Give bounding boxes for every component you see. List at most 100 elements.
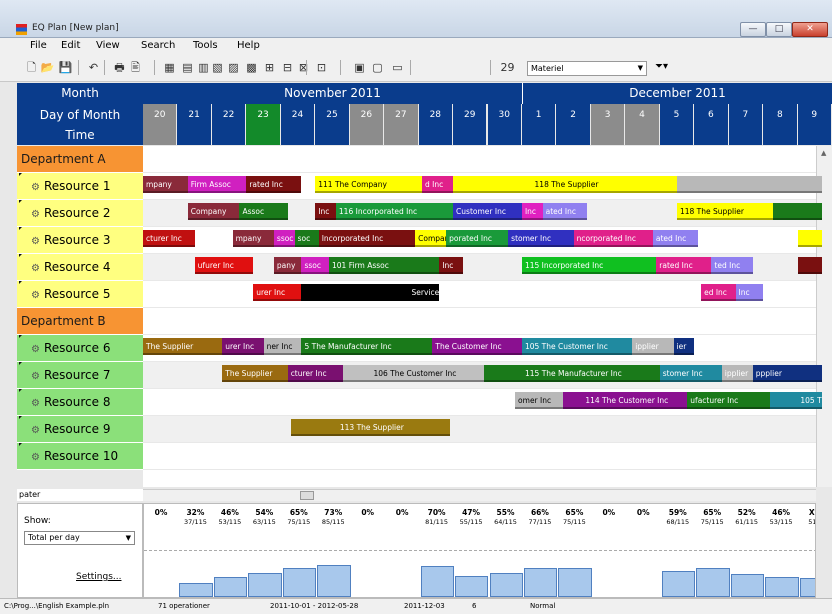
filter-funnel-icon[interactable]: ⏷▾ (655, 61, 677, 76)
resource-label[interactable]: ⚙ Resource 1 (17, 173, 143, 200)
filter-name-field[interactable]: pater (17, 489, 143, 501)
undo-icon[interactable]: ↶ (86, 60, 101, 75)
booking-bar[interactable]: Company (415, 230, 447, 247)
booking-bar[interactable]: ufurer Inc (194, 257, 254, 274)
booking-bar[interactable]: Incorporated Inc (318, 230, 416, 247)
print-icon[interactable]: 🖶 (112, 60, 127, 75)
booking-bar[interactable]: The Supplier (222, 365, 288, 382)
view5-icon[interactable]: ▨ (226, 60, 241, 75)
booking-bar[interactable]: Assoc (239, 203, 288, 220)
booking-bar[interactable]: urer Inc (253, 284, 302, 301)
booking-bar[interactable] (773, 203, 822, 220)
booking-bar[interactable]: ier (673, 338, 695, 355)
view6-icon[interactable]: ▩ (244, 60, 259, 75)
booking-bar[interactable]: 118 The Supplier (676, 203, 774, 220)
scroll-thumb[interactable] (300, 491, 314, 500)
filter-dropdown[interactable]: Materiel ▼ (527, 61, 647, 76)
booking-bar[interactable]: Customer Inc (453, 203, 522, 220)
booking-bar[interactable]: Firm Assoc (187, 176, 247, 193)
booking-bar[interactable]: cturer Inc (143, 230, 195, 247)
booking-bar[interactable]: 116 Incorporated Inc (335, 203, 454, 220)
menu-search[interactable]: Search (141, 40, 175, 51)
menu-help[interactable]: Help (237, 40, 260, 51)
booking-bar[interactable]: rated Inc (656, 257, 712, 274)
layout2-icon[interactable]: ▢ (370, 60, 385, 75)
booking-bar[interactable]: ipplier (632, 338, 674, 355)
booking-bar[interactable]: 105 T (769, 392, 822, 409)
resource-label[interactable]: ⚙ Resource 7 (17, 362, 143, 389)
booking-bar[interactable]: omer Inc (515, 392, 564, 409)
open-icon[interactable]: 📂 (40, 60, 55, 75)
menu-tools[interactable]: Tools (193, 40, 218, 51)
menu-view[interactable]: View (96, 40, 120, 51)
booking-bar[interactable]: urer Inc (222, 338, 264, 355)
booking-bar[interactable]: ssoc (301, 257, 330, 274)
preview-icon[interactable]: 🖹 (128, 60, 143, 75)
booking-bar[interactable]: 115 Incorporated Inc (521, 257, 657, 274)
department-label[interactable]: Department B (17, 308, 143, 335)
resource-label[interactable]: ⚙ Resource 5 (17, 281, 143, 308)
booking-bar[interactable]: Inc (735, 284, 764, 301)
booking-bar[interactable]: ner Inc (263, 338, 302, 355)
booking-bar[interactable]: rated Inc (246, 176, 302, 193)
booking-bar[interactable]: ppplier (752, 365, 822, 382)
resource-label[interactable]: ⚙ Resource 4 (17, 254, 143, 281)
booking-bar[interactable]: stomer Inc (659, 365, 722, 382)
booking-bar[interactable]: The Customer Inc (432, 338, 522, 355)
menu-file[interactable]: File (30, 40, 47, 51)
booking-bar[interactable]: soc (294, 230, 319, 247)
zoom4-icon[interactable]: ⊡ (314, 60, 329, 75)
resource-label[interactable]: ⚙ Resource 10 (17, 443, 143, 470)
booking-bar[interactable] (797, 230, 822, 247)
new-icon[interactable]: 🗋 (24, 60, 39, 75)
department-label[interactable]: Department A (17, 146, 143, 173)
booking-bar[interactable]: 111 The Company (315, 176, 423, 193)
booking-bar[interactable]: pany (273, 257, 302, 274)
calendar-icon[interactable]: 29 (500, 60, 515, 75)
booking-bar[interactable] (797, 257, 822, 274)
booking-bar[interactable]: Inc (439, 257, 464, 274)
show-dropdown[interactable]: Total per day ▼ (24, 531, 135, 545)
layout1-icon[interactable]: ▣ (352, 60, 367, 75)
booking-bar[interactable]: 118 The Supplier (453, 176, 677, 193)
vertical-scrollbar[interactable]: ▲ (816, 146, 832, 487)
booking-bar[interactable]: 114 The Customer Inc (563, 392, 688, 409)
booking-bar[interactable]: The Supplier (143, 338, 223, 355)
booking-bar[interactable]: 105 The Customer Inc (521, 338, 633, 355)
zoom2-icon[interactable]: ⊟ (280, 60, 295, 75)
minimize-button[interactable]: — (740, 22, 766, 37)
booking-bar[interactable]: ed Inc (701, 284, 736, 301)
resource-label[interactable]: ⚙ Resource 9 (17, 416, 143, 443)
resource-label[interactable]: ⚙ Resource 8 (17, 389, 143, 416)
resource-label[interactable]: ⚙ Resource 6 (17, 335, 143, 362)
booking-bar[interactable]: ated Inc (652, 230, 698, 247)
booking-bar[interactable]: ipplier (721, 365, 753, 382)
resource-label[interactable]: ⚙ Resource 3 (17, 227, 143, 254)
booking-bar[interactable]: mpany (232, 230, 274, 247)
booking-bar[interactable]: ssoc (273, 230, 295, 247)
booking-bar[interactable]: ufacturer Inc (687, 392, 770, 409)
booking-bar[interactable]: 106 The Customer Inc (342, 365, 485, 382)
booking-bar[interactable]: ncorporated Inc (573, 230, 653, 247)
booking-bar[interactable]: ated Inc (542, 203, 588, 220)
zoom1-icon[interactable]: ⊞ (262, 60, 277, 75)
layout3-icon[interactable]: ▭ (390, 60, 405, 75)
booking-bar[interactable]: Company (187, 203, 240, 220)
booking-bar[interactable]: 113 The Supplier (291, 419, 450, 436)
booking-bar[interactable]: ted Inc (711, 257, 753, 274)
menu-edit[interactable]: Edit (61, 40, 80, 51)
booking-bar[interactable]: 101 Firm Assoc (329, 257, 440, 274)
booking-bar[interactable]: 5 The Manufacturer Inc (301, 338, 433, 355)
maximize-button[interactable]: □ (766, 22, 792, 37)
booking-bar[interactable]: mpany (143, 176, 188, 193)
booking-bar[interactable]: d Inc (422, 176, 454, 193)
settings-link[interactable]: Settings... (76, 572, 122, 582)
view3-icon[interactable]: ▥ (196, 60, 211, 75)
horizontal-scrollbar[interactable] (143, 489, 816, 501)
view2-icon[interactable]: ▤ (180, 60, 195, 75)
booking-bar[interactable]: cturer Inc (287, 365, 343, 382)
view4-icon[interactable]: ▧ (210, 60, 225, 75)
resource-label[interactable]: ⚙ Resource 2 (17, 200, 143, 227)
booking-bar[interactable]: Service (301, 284, 440, 301)
booking-bar[interactable]: porated Inc (446, 230, 509, 247)
